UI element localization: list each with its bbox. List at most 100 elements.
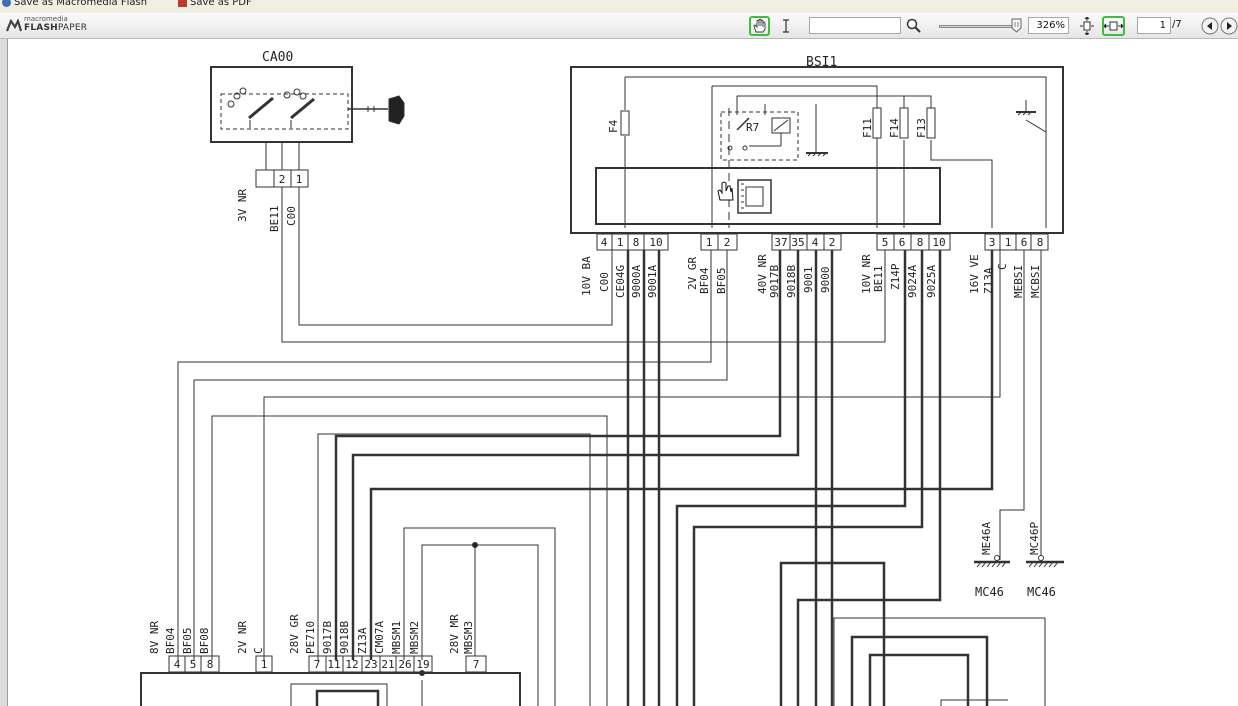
bottom-pin-number: 21: [381, 658, 394, 671]
bsi1-pin-number: 35: [791, 236, 804, 249]
heavy-wires: [334, 250, 994, 706]
bsi1-pin-number: 6: [1021, 236, 1028, 249]
wiring-diagram: CA00 2 1 3V NR BE11 C00 BSI1 F4 F11 F14 …: [140, 50, 1064, 706]
ca00-box: [210, 66, 353, 143]
ca00-inner-box: [220, 93, 349, 130]
ground-wire-label: ME46A: [980, 522, 993, 555]
ca00-pin-label: 2: [279, 173, 286, 186]
bottom-inner-chip: [315, 689, 380, 706]
bsi1-wire-label: 9001A: [646, 265, 659, 298]
bsi1-wire-label: BE11: [872, 266, 885, 293]
fit-width-icon: [1104, 21, 1123, 31]
bottom-pin-number: 5: [190, 658, 197, 671]
search-input[interactable]: [809, 17, 901, 34]
flashpaper-toolbar: macromedia FLASHPAPER 326% 1 /7: [0, 13, 1238, 39]
bsi1-pin-number: 3: [989, 236, 996, 249]
ground-mc46-left: [974, 555, 1010, 568]
fuse-label: F13: [915, 118, 928, 138]
bottom-wire-label: 9017B: [321, 621, 334, 654]
ground-label: MC46: [975, 585, 1004, 599]
bottom-wire-label: 9018B: [338, 621, 351, 654]
fuse-f4-icon: [620, 110, 630, 136]
fit-height-icon: [1080, 16, 1094, 36]
hand-icon: [753, 18, 766, 33]
r7-relay-box: [720, 111, 799, 161]
save-pdf-item[interactable]: Save as PDF: [178, 0, 252, 8]
bottom-pin-number: 7: [314, 658, 321, 671]
zoom-slider[interactable]: [939, 25, 1015, 28]
previous-page-button[interactable]: [1201, 17, 1219, 35]
slider-thumb-icon: [1011, 18, 1022, 33]
ground-label: MC46: [1027, 585, 1056, 599]
top-menu-strip: Save as Macromedia Flash Save as PDF: [0, 0, 1238, 14]
bsi1-pin-number: 8: [1037, 236, 1044, 249]
bottom-pin-number: 7: [473, 658, 480, 671]
fit-width-button[interactable]: [1102, 16, 1125, 36]
bottom-pin-number: 4: [174, 658, 181, 671]
pdf-icon: [178, 0, 187, 7]
bottom-wire-label: MBSM3: [462, 621, 475, 654]
bsi1-pin-number: 10: [649, 236, 662, 249]
document-viewport[interactable]: CA00 2 1 3V NR BE11 C00 BSI1 F4 F11 F14 …: [0, 39, 1238, 706]
fit-height-button[interactable]: [1077, 16, 1097, 36]
bsi1-wire-label: Z14P: [889, 263, 902, 290]
bsi1-pin-number: 4: [812, 236, 819, 249]
bsi1-wire-label: C: [996, 263, 1009, 270]
flash-icon: [2, 0, 11, 7]
hand-tool-button[interactable]: [749, 16, 770, 36]
save-flash-item[interactable]: Save as Macromedia Flash: [2, 0, 147, 8]
arrow-right-icon: [1220, 17, 1238, 35]
bottom-connector-label: 28V MR: [448, 614, 461, 654]
hand-cursor-icon: [717, 181, 734, 201]
bsi1-connector-label: 10V BA: [580, 256, 593, 296]
bsi1-module-box: [595, 167, 941, 225]
bsi1-wire-label: 9018B: [785, 265, 798, 298]
bottom-inner-box: [290, 683, 388, 706]
zoom-level-field[interactable]: 326%: [1028, 17, 1069, 34]
bottom-wire-label: PE710: [304, 621, 317, 654]
text-select-tool-button[interactable]: [778, 16, 794, 36]
bsi1-wire-label: C00: [598, 272, 611, 292]
relay-label: R7: [746, 121, 759, 134]
bottom-wire-label: BF05: [181, 628, 194, 655]
bottom-connector-label: 2V NR: [236, 621, 249, 654]
wire-junction-dot: [472, 542, 478, 548]
bsi1-pin-row: [596, 233, 1049, 251]
next-page-button[interactable]: [1220, 17, 1238, 35]
bsi1-pin-number: 1: [617, 236, 624, 249]
bsi1-pin-number: 37: [774, 236, 787, 249]
page-total: /7: [1172, 19, 1182, 30]
bottom-pin-number: 12: [345, 658, 358, 671]
zoom-slider-thumb[interactable]: [1011, 18, 1022, 33]
fuse-label: F11: [861, 118, 874, 138]
bsi1-wire-label: 9017B: [768, 265, 781, 298]
fuse-label: F4: [607, 119, 620, 133]
magnifier-icon: [906, 18, 921, 33]
bsi1-wire-label: 9000: [819, 267, 832, 294]
bsi1-wire-label: 9024A: [906, 265, 919, 298]
bsi1-wire-label: 9001: [802, 267, 815, 294]
bsi1-pin-number: 6: [899, 236, 906, 249]
bsi1-wire-label: BF04: [698, 267, 711, 294]
bsi1-wire-label: 9025A: [925, 265, 938, 298]
bottom-wire-label: MBSM1: [390, 621, 403, 654]
bottom-wire-label: BF04: [164, 627, 177, 654]
macromedia-logo-icon: [6, 19, 22, 32]
page-number-field[interactable]: 1: [1137, 17, 1171, 34]
microchip-icon: [737, 179, 772, 214]
bottom-connector-label: 28V GR: [288, 614, 301, 654]
ground-wire-label: MC46P: [1028, 522, 1041, 555]
bsi1-title: BSI1: [806, 55, 837, 70]
bsi1-pin-number: 8: [633, 236, 640, 249]
bsi1-wire-label: BF05: [715, 268, 728, 295]
ca00-leads: [265, 143, 300, 170]
bsi1-pin-number: 1: [706, 236, 713, 249]
bsi1-pin-number: 10: [932, 236, 945, 249]
ca00-connector-nub: [255, 169, 275, 188]
bsi1-wire-label: Z13A: [982, 267, 995, 294]
search-button[interactable]: [905, 17, 923, 35]
ca00-wire-label: BE11: [268, 206, 281, 233]
bottom-pin-number: 11: [327, 658, 340, 671]
bsi1-wire-label: MEBSI: [1012, 265, 1025, 298]
bottom-wire-label: Z13A: [356, 627, 369, 654]
